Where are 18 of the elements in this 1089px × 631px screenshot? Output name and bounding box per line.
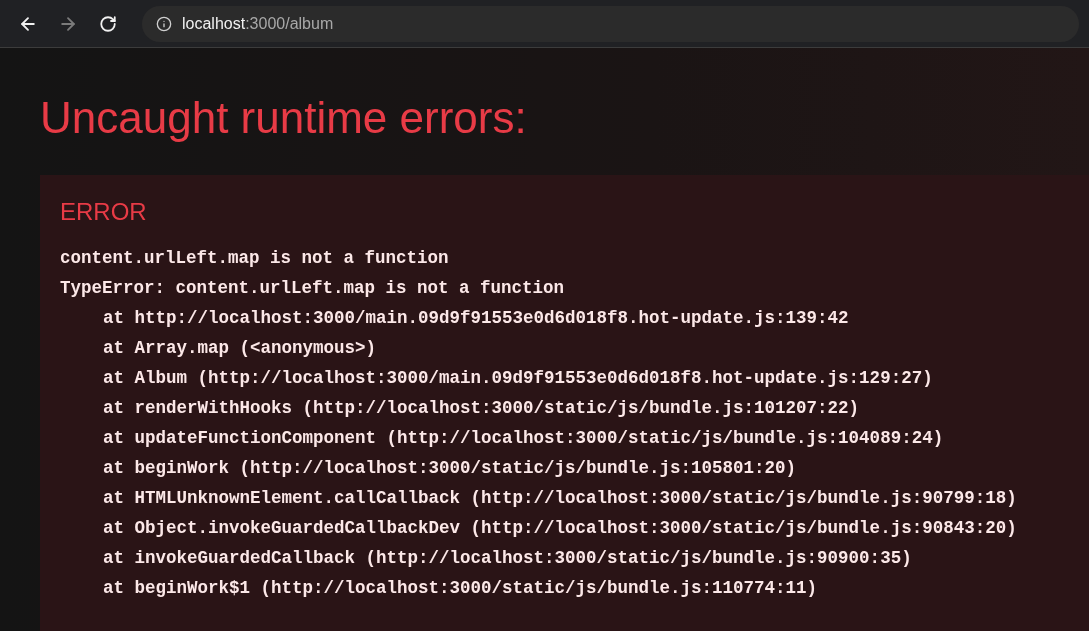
overlay-title: Uncaught runtime errors: xyxy=(40,92,528,144)
stack-frame: at HTMLUnknownElement.callCallback (http://localhost:3000/static/js/bundle.js:90799:18) xyxy=(103,487,1017,508)
stack-frame: at Album (http://localhost:3000/main.09d9f91553e0d6d018f8.hot-update.js:129:27) xyxy=(103,367,933,388)
stack-frame: at beginWork (http://localhost:3000/static/js/bundle.js:105801:20) xyxy=(103,457,797,478)
stack-frame: at beginWork$1 (http://localhost:3000/static/js/bundle.js:110774:11) xyxy=(103,577,818,598)
reload-icon xyxy=(99,14,117,33)
error-label: ERROR xyxy=(60,196,148,227)
stack-frame: at updateFunctionComponent (http://localhost:3000/static/js/bundle.js:104089:24) xyxy=(103,427,944,448)
address-bar[interactable]: localhost:3000/album xyxy=(142,5,1079,42)
error-type-line: TypeError: content.urlLeft.map is not a function xyxy=(60,276,566,300)
stack-frame: at http://localhost:3000/main.09d9f91553e0d6d018f8.hot-update.js:139:42 xyxy=(103,307,849,328)
error-message: content.urlLeft.map is not a function xyxy=(60,246,450,270)
stack-frame: at invokeGuardedCallback (http://localhost:3000/static/js/bundle.js:90900:35) xyxy=(103,547,912,568)
url-text: localhost:3000/album xyxy=(182,13,334,34)
stack-frame: at renderWithHooks (http://localhost:3000/static/js/bundle.js:101207:22) xyxy=(103,397,860,418)
info-icon xyxy=(156,15,172,32)
stack-frame: at Array.map (<anonymous>) xyxy=(103,337,377,358)
stack-frame: at Object.invokeGuardedCallbackDev (http://localhost:3000/static/js/bundle.js:90843:20) xyxy=(103,517,1017,538)
